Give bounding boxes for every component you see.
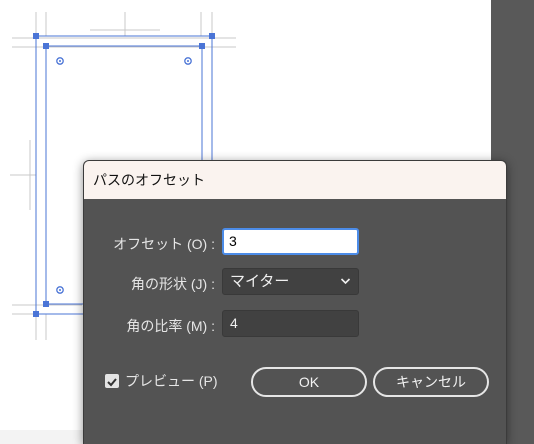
preview-checkbox[interactable] — [105, 374, 119, 388]
miter-limit-input[interactable]: 4 — [222, 310, 359, 337]
dialog-title[interactable]: パスのオフセット — [84, 161, 506, 199]
checkbox-checked-icon — [107, 378, 117, 387]
miter-limit-label: 角の比率 (M) : — [126, 318, 215, 334]
offset-path-dialog: パスのオフセット オフセット (O) : 3 角の形状 (J) : マイター 角… — [83, 160, 507, 444]
offset-label: オフセット (O) : — [113, 236, 215, 252]
chevron-down-icon — [340, 269, 351, 302]
offset-input[interactable]: 3 — [222, 228, 359, 255]
preview-label[interactable]: プレビュー (P) — [125, 371, 218, 391]
cancel-button[interactable]: キャンセル — [373, 367, 489, 397]
corners-select-value: マイター — [230, 273, 290, 290]
ok-button[interactable]: OK — [251, 367, 367, 397]
corners-select[interactable]: マイター — [222, 268, 359, 295]
corners-label: 角の形状 (J) : — [131, 276, 215, 292]
